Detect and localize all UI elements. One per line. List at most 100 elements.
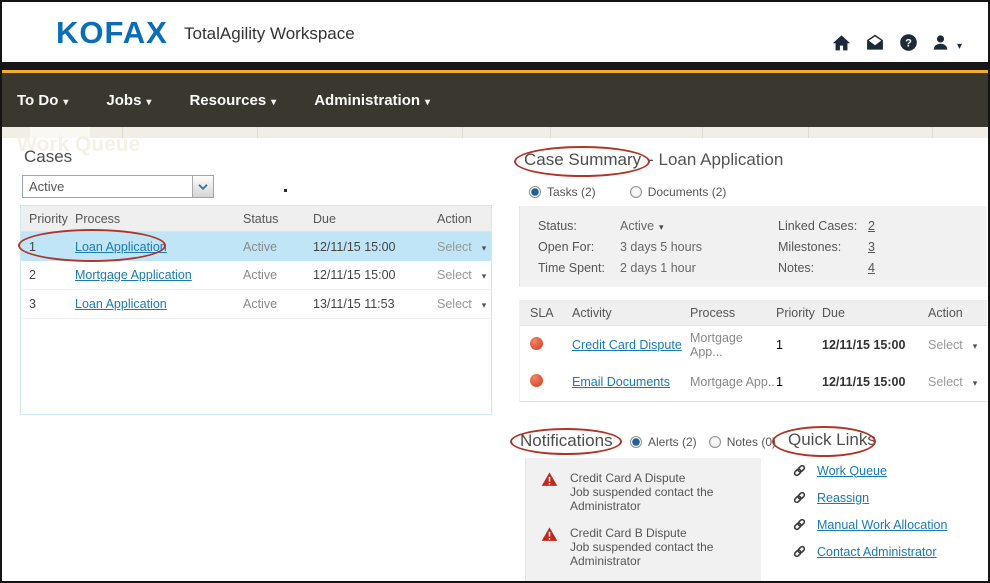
help-icon[interactable]: ? [899, 33, 918, 52]
linked-cases-link[interactable]: 2 [868, 219, 875, 233]
link-icon [792, 517, 807, 532]
quick-links-heading: Quick Links [788, 430, 876, 450]
alert-message: Job suspended contact the Administrator [570, 485, 713, 513]
priority-cell: 1 [776, 375, 822, 389]
list-item: Credit Card B DisputeJob suspended conta… [541, 526, 751, 568]
column-header-action: Action [928, 306, 987, 320]
background-tab-strip [2, 127, 988, 138]
case-summary-radio-group: Tasks (2) Documents (2) [529, 185, 726, 199]
chevron-down-icon: ▾ [63, 97, 68, 108]
process-link[interactable]: Mortgage Application [75, 268, 192, 282]
alerts-radio[interactable] [630, 436, 642, 448]
due-cell: 12/11/15 15:00 [313, 268, 437, 282]
chevron-down-icon: ▾ [482, 243, 487, 253]
chevron-down-icon [198, 184, 208, 190]
open-for-label: Open For: [538, 240, 594, 254]
column-header-due: Due [313, 212, 437, 226]
nav-item-jobs[interactable]: Jobs▾ [106, 92, 151, 109]
process-cell: Mortgage App... [690, 331, 776, 359]
list-item: Manual Work Allocation [792, 517, 947, 532]
cases-filter-value: Active [23, 176, 192, 197]
process-link[interactable]: Loan Application [75, 297, 167, 311]
documents-radio-label: Documents (2) [648, 185, 727, 199]
warning-icon [541, 526, 558, 543]
action-select-dropdown[interactable]: Select▾ [437, 240, 491, 254]
chevron-down-icon: ▾ [973, 378, 978, 388]
user-menu-caret-icon[interactable]: ▾ [957, 41, 962, 52]
chevron-down-icon: ▾ [425, 97, 430, 108]
page-title: Case Summary [524, 150, 641, 170]
column-header-sla: SLA [530, 306, 572, 320]
case-name: - Loan Application [648, 150, 783, 170]
dot-artifact [284, 189, 287, 192]
nav-item-todo[interactable]: To Do▾ [17, 92, 68, 109]
table-row[interactable]: 3 Loan Application Active 13/11/15 11:53… [21, 290, 491, 319]
cases-filter-dropdown-button[interactable] [192, 176, 213, 197]
priority-cell: 1 [776, 338, 822, 352]
header-bar: KOFAX TotalAgility Workspace ? ▾ [2, 2, 988, 62]
user-icon[interactable] [931, 33, 950, 52]
due-cell: 12/11/15 15:00 [822, 338, 928, 352]
warning-icon [541, 471, 558, 488]
status-value-dropdown[interactable]: Active▾ [620, 219, 664, 233]
column-header-activity: Activity [572, 306, 690, 320]
link-icon [792, 544, 807, 559]
activity-link[interactable]: Credit Card Dispute [572, 338, 682, 352]
list-item: Contact Administrator [792, 544, 947, 559]
chevron-down-icon: ▾ [271, 97, 276, 108]
documents-radio[interactable] [630, 186, 642, 198]
action-select-dropdown[interactable]: Select▾ [928, 375, 987, 389]
column-header-priority: Priority [776, 306, 822, 320]
app-title: TotalAgility Workspace [184, 24, 355, 44]
status-cell: Active [243, 297, 313, 311]
due-cell: 12/11/15 15:00 [313, 240, 437, 254]
cases-table: Priority Process Status Due Action 1 Loa… [20, 205, 492, 415]
notifications-radio-group: Alerts (2) Notes (0) [630, 435, 776, 449]
priority-cell: 3 [29, 297, 75, 311]
cases-heading: Cases [24, 147, 72, 167]
sla-status-icon [530, 374, 543, 387]
quick-link-contact-administrator[interactable]: Contact Administrator [817, 545, 937, 559]
action-select-dropdown[interactable]: Select▾ [437, 297, 491, 311]
notes-radio[interactable] [709, 436, 721, 448]
alert-message: Job suspended contact the Administrator [570, 540, 713, 568]
alert-title: Credit Card B Dispute [570, 526, 687, 540]
quick-link-manual-work-allocation[interactable]: Manual Work Allocation [817, 518, 947, 532]
milestones-link[interactable]: 3 [868, 240, 875, 254]
process-link[interactable]: Loan Application [75, 240, 167, 254]
status-cell: Active [243, 240, 313, 254]
notes-radio-label: Notes (0) [727, 435, 776, 449]
notes-label: Notes: [778, 261, 814, 275]
list-item: Reassign [792, 490, 947, 505]
due-cell: 12/11/15 15:00 [822, 375, 928, 389]
action-select-dropdown[interactable]: Select▾ [928, 338, 987, 352]
table-row[interactable]: Credit Card Dispute Mortgage App... 1 12… [520, 326, 987, 363]
table-row[interactable]: Email Documents Mortgage App.. 1 12/11/1… [520, 363, 987, 400]
alert-title: Credit Card A Dispute [570, 471, 685, 485]
cases-filter-select[interactable]: Active [22, 175, 214, 198]
table-row[interactable]: 2 Mortgage Application Active 12/11/15 1… [21, 261, 491, 290]
chevron-down-icon: ▾ [482, 271, 487, 281]
activity-link[interactable]: Email Documents [572, 375, 670, 389]
column-header-process: Process [75, 212, 243, 226]
nav-item-administration[interactable]: Administration▾ [314, 92, 430, 109]
header-icon-group: ? ▾ [832, 33, 962, 52]
activities-table: SLA Activity Process Priority Due Action… [519, 300, 987, 402]
main-nav: To Do▾ Jobs▾ Resources▾ Administration▾ [2, 73, 988, 127]
mail-icon[interactable] [864, 33, 886, 52]
home-icon[interactable] [832, 33, 851, 52]
header-divider [2, 62, 988, 70]
column-header-priority: Priority [29, 212, 75, 226]
table-row[interactable]: 1 Loan Application Active 12/11/15 15:00… [21, 232, 491, 261]
tasks-radio[interactable] [529, 186, 541, 198]
column-header-action: Action [437, 212, 491, 226]
case-summary-heading: Case Summary - Loan Application [524, 150, 783, 170]
nav-item-resources[interactable]: Resources▾ [189, 92, 276, 109]
due-cell: 13/11/15 11:53 [313, 297, 437, 311]
quick-link-reassign[interactable]: Reassign [817, 491, 869, 505]
action-select-dropdown[interactable]: Select▾ [437, 268, 491, 282]
notes-link[interactable]: 4 [868, 261, 875, 275]
chevron-down-icon: ▾ [146, 97, 151, 108]
quick-link-work-queue[interactable]: Work Queue [817, 464, 887, 478]
kofax-logo: KOFAX [56, 15, 168, 51]
